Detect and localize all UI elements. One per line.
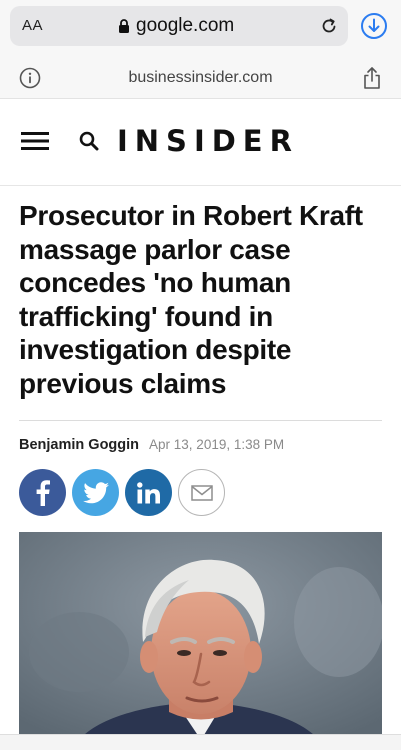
browser-toolbar: AA google.com bbox=[0, 0, 401, 58]
facebook-icon bbox=[36, 479, 50, 506]
reload-icon[interactable] bbox=[319, 16, 339, 36]
source-domain[interactable]: businessinsider.com bbox=[0, 69, 401, 87]
article-headline: Prosecutor in Robert Kraft massage parlo… bbox=[19, 200, 363, 399]
lock-icon bbox=[119, 19, 129, 33]
publish-date: Apr 13, 2019, 1:38 PM bbox=[149, 437, 285, 452]
facebook-share-button[interactable] bbox=[19, 469, 66, 516]
bottom-toolbar-edge bbox=[0, 734, 401, 750]
envelope-icon bbox=[190, 484, 213, 501]
text-size-button[interactable]: AA bbox=[22, 17, 43, 34]
brand-logo[interactable]: INSIDER bbox=[117, 124, 299, 158]
byline: Benjamin Goggin Apr 13, 2019, 1:38 PM bbox=[19, 437, 284, 453]
text-size-label: AA bbox=[22, 17, 44, 34]
address-domain: google.com bbox=[136, 15, 235, 36]
site-header: INSIDER bbox=[0, 100, 401, 186]
download-icon[interactable] bbox=[360, 12, 388, 40]
hamburger-menu-icon[interactable] bbox=[21, 131, 49, 151]
address-bar[interactable]: AA google.com bbox=[10, 6, 348, 46]
article-hero-image[interactable] bbox=[19, 532, 382, 740]
share-buttons bbox=[19, 469, 225, 517]
share-icon[interactable] bbox=[362, 66, 382, 90]
twitter-share-button[interactable] bbox=[72, 469, 119, 516]
author-name[interactable]: Benjamin Goggin bbox=[19, 437, 139, 453]
twitter-icon bbox=[82, 481, 109, 503]
email-share-button[interactable] bbox=[178, 469, 225, 516]
portrait-illustration bbox=[19, 532, 382, 740]
amp-source-bar: businessinsider.com bbox=[0, 58, 401, 99]
address-display[interactable]: google.com bbox=[118, 15, 234, 37]
linkedin-share-button[interactable] bbox=[125, 469, 172, 516]
linkedin-icon bbox=[136, 481, 160, 503]
byline-divider bbox=[19, 420, 382, 421]
search-icon[interactable] bbox=[79, 131, 99, 151]
